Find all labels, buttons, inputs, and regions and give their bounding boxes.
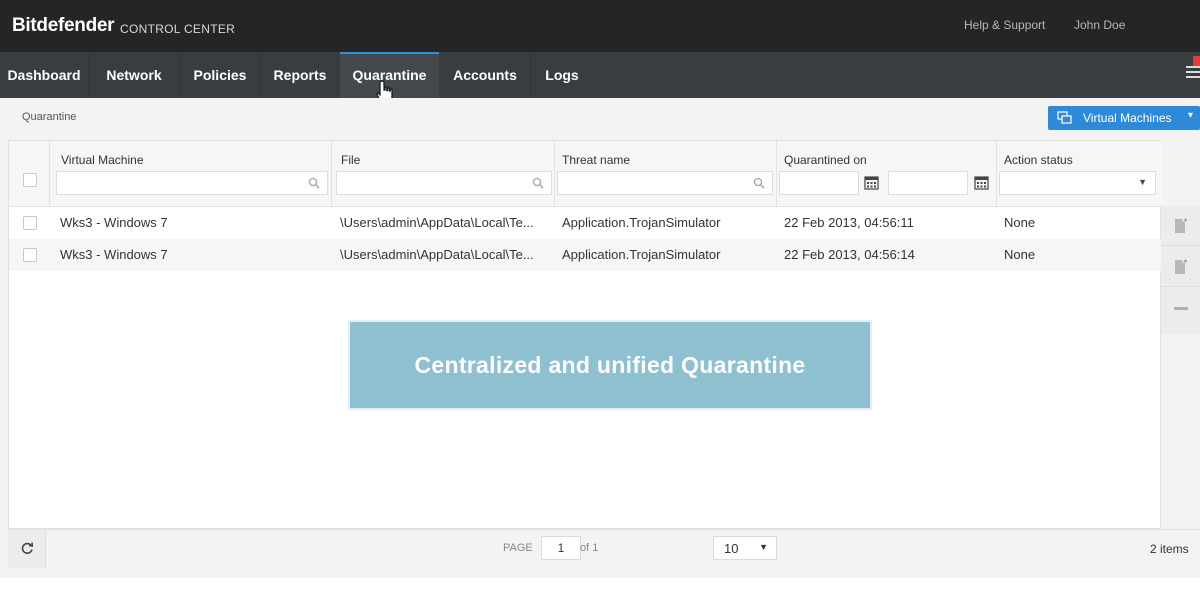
select-all-checkbox[interactable] — [23, 173, 37, 187]
table-header: Virtual Machine File Threat name Quarant… — [9, 141, 1162, 207]
nav-network[interactable]: Network — [89, 52, 179, 98]
column-divider — [996, 141, 997, 207]
cell-action-status: None — [1004, 215, 1036, 230]
column-header-action-status[interactable]: Action status — [1004, 153, 1073, 167]
row-checkbox[interactable] — [23, 216, 37, 230]
file-filter-input[interactable] — [336, 171, 552, 195]
page-label: PAGE — [503, 542, 533, 554]
refresh-icon — [21, 542, 34, 554]
search-icon — [308, 177, 320, 189]
page-number-input[interactable]: 1 — [541, 536, 581, 560]
cell-virtual-machine: Wks3 - Windows 7 — [60, 247, 168, 262]
cell-virtual-machine: Wks3 - Windows 7 — [60, 215, 168, 230]
items-per-page-value: 10 — [724, 541, 739, 556]
top-header: Bitdefender CONTROL CENTER Help & Suppor… — [0, 0, 1200, 52]
main-nav: Dashboard Network Policies Reports Quara… — [0, 52, 1200, 98]
column-divider — [776, 141, 777, 207]
table-row[interactable]: Wks3 - Windows 7 \Users\admin\AppData\Lo… — [9, 207, 1162, 239]
breadcrumb: Quarantine — [22, 111, 77, 123]
cell-threat-name: Application.TrojanSimulator — [562, 247, 721, 262]
restore-button[interactable] — [1161, 206, 1200, 246]
chevron-down-icon: ▼ — [1138, 177, 1147, 187]
column-divider — [331, 141, 332, 207]
search-icon — [532, 177, 544, 189]
virtual-machines-button[interactable]: Virtual Machines ▾ — [1048, 106, 1200, 130]
virtual-machine-filter-input[interactable] — [56, 171, 328, 195]
cell-file: \Users\admin\AppData\Local\Te... — [340, 247, 534, 262]
nav-logs[interactable]: Logs — [531, 52, 593, 98]
items-per-page-select[interactable]: 10 ▼ — [713, 536, 777, 560]
cell-threat-name: Application.TrojanSimulator — [562, 215, 721, 230]
overlay-banner: Centralized and unified Quarantine — [348, 320, 872, 410]
threat-name-filter-input[interactable] — [557, 171, 773, 195]
table-row[interactable]: Wks3 - Windows 7 \Users\admin\AppData\Lo… — [9, 239, 1162, 271]
restore-file-icon — [1175, 259, 1187, 274]
windows-stack-icon — [1057, 111, 1072, 124]
row-checkbox[interactable] — [23, 248, 37, 262]
calendar-icon[interactable] — [864, 175, 879, 190]
page-total-label: of 1 — [580, 542, 599, 554]
refresh-button[interactable] — [8, 530, 46, 568]
brand-logo[interactable]: Bitdefender — [12, 15, 115, 37]
nav-reports[interactable]: Reports — [261, 52, 339, 98]
restore-file-icon — [1175, 218, 1187, 233]
column-header-quarantined-on[interactable]: Quarantined on — [784, 153, 867, 167]
delete-button[interactable] — [1161, 288, 1200, 328]
items-count: 2 items — [1150, 542, 1189, 556]
search-icon — [753, 177, 765, 189]
virtual-machines-label: Virtual Machines — [1083, 111, 1172, 125]
cell-quarantined-on: 22 Feb 2013, 04:56:11 — [784, 215, 914, 230]
calendar-icon[interactable] — [974, 175, 989, 190]
column-header-virtual-machine[interactable]: Virtual Machine — [61, 153, 144, 167]
column-header-threat-name[interactable]: Threat name — [562, 153, 630, 167]
column-divider — [554, 141, 555, 207]
nav-accounts[interactable]: Accounts — [440, 52, 530, 98]
restore-to-location-button[interactable] — [1161, 247, 1200, 287]
banner-text: Centralized and unified Quarantine — [414, 352, 806, 378]
date-to-filter-input[interactable] — [888, 171, 968, 195]
user-menu[interactable]: John Doe — [1074, 18, 1125, 32]
chevron-down-icon: ▾ — [1188, 110, 1194, 121]
cell-action-status: None — [1004, 247, 1036, 262]
menu-icon[interactable] — [1186, 66, 1200, 80]
pagination-footer: PAGE 1 of 1 10 ▼ 2 items — [8, 529, 1200, 568]
cell-file: \Users\admin\AppData\Local\Te... — [340, 215, 534, 230]
action-status-filter-select[interactable]: ▼ — [999, 171, 1156, 195]
side-action-panel — [1161, 206, 1200, 334]
chevron-down-icon: ▼ — [759, 542, 768, 552]
remove-icon — [1174, 307, 1188, 310]
brand-subtitle: CONTROL CENTER — [120, 22, 236, 36]
nav-policies[interactable]: Policies — [180, 52, 260, 98]
column-header-file[interactable]: File — [341, 153, 360, 167]
cell-quarantined-on: 22 Feb 2013, 04:56:14 — [784, 247, 915, 262]
column-divider — [49, 141, 50, 207]
date-from-filter-input[interactable] — [779, 171, 859, 195]
nav-dashboard[interactable]: Dashboard — [0, 52, 88, 98]
help-support-link[interactable]: Help & Support — [964, 18, 1045, 32]
